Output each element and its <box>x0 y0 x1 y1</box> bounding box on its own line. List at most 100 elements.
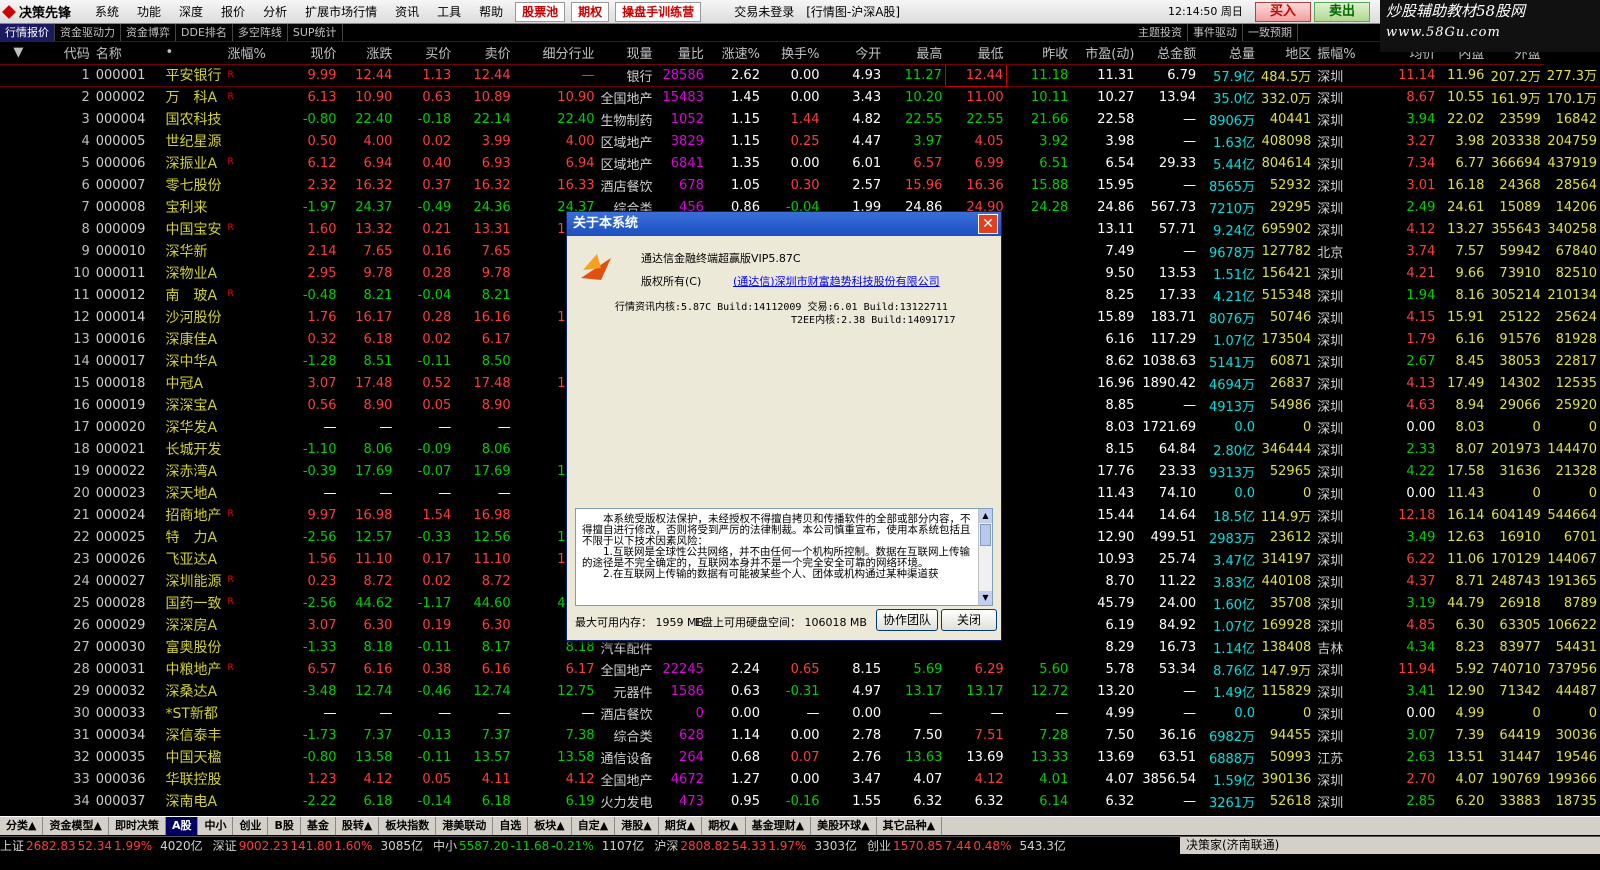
row-spacer <box>0 504 37 526</box>
column-header[interactable]: 细分行业 <box>513 42 598 65</box>
team-button[interactable]: 协作团队 <box>876 609 938 631</box>
scroll-up-icon[interactable]: ▲ <box>979 509 992 523</box>
market-tab[interactable]: 基金理财▲ <box>746 817 812 835</box>
stock-pool-button[interactable]: 股票池 <box>515 1 566 22</box>
market-tab[interactable]: 港美联动 <box>436 817 494 835</box>
table-row[interactable]: 30 000033 *ST新都 — — — — — 酒店餐饮 0 0.00—0.00— — —4.99—… <box>0 702 1600 724</box>
table-row[interactable]: 28 000031 中粮地产 R 6.57 6.16 0.38 6.16 6.17 全国地产 222… <box>0 658 1600 680</box>
column-header[interactable]: 地区 <box>1258 42 1315 65</box>
tab-quote[interactable]: 行情报价 <box>0 24 55 41</box>
market-tab[interactable]: 基金 <box>301 817 336 835</box>
market-tab[interactable]: B股 <box>268 817 301 835</box>
tab-capital-drive[interactable]: 资金驱动力 <box>55 24 121 41</box>
market-tab[interactable]: 分类▲ <box>0 817 44 835</box>
tab-capital-game[interactable]: 资金博弈 <box>121 24 176 41</box>
market-tab[interactable]: 板块指数 <box>379 817 437 835</box>
tab-long-short[interactable]: 多空阵线 <box>233 24 288 41</box>
tab-consensus[interactable]: 一致预期 <box>1243 24 1298 41</box>
scroll-thumb[interactable] <box>980 524 991 546</box>
menu-function[interactable]: 功能 <box>128 0 170 24</box>
table-cell: 区域地产 <box>600 135 653 151</box>
table-row[interactable]: 6 000007 零七股份 2.32 16.32 0.37 16.32 16.33 酒店餐饮 67… <box>0 174 1600 196</box>
column-header[interactable]: 量比 <box>655 42 707 65</box>
menu-news[interactable]: 资讯 <box>386 0 428 24</box>
column-header[interactable]: • <box>162 42 225 65</box>
table-row[interactable]: 5 000006 深振业A R 6.12 6.94 0.40 6.93 6.94 区域地产 6841… <box>0 152 1600 174</box>
index-quote[interactable]: 上证 2682.83 52.34 1.99% 4020亿 <box>0 837 203 854</box>
table-row[interactable]: 3 000004 国农科技 -0.80 22.40 -0.18 22.14 22.40 生物制药… <box>0 108 1600 130</box>
market-tab[interactable]: 股转▲ <box>336 817 380 835</box>
license-scrollbar[interactable]: ▲ ▼ <box>978 509 992 605</box>
training-button[interactable]: 操盘手训练营 <box>615 1 702 22</box>
column-header[interactable]: 市盈(动) <box>1071 42 1138 65</box>
index-quote[interactable]: 创业 1570.85 7.44 0.48% 543.3亿 <box>867 837 1066 854</box>
market-tab[interactable]: 期货▲ <box>659 817 703 835</box>
tab-event-drive[interactable]: 事件驱动 <box>1188 24 1243 41</box>
dialog-close-icon[interactable]: ✕ <box>978 214 998 234</box>
table-row[interactable]: 4 000005 世纪星源 0.50 4.00 0.02 3.99 4.00 区域地产 3829 1… <box>0 130 1600 152</box>
market-tab[interactable]: 港股▲ <box>615 817 659 835</box>
market-tab[interactable]: 其它品种▲ <box>877 817 943 835</box>
column-header[interactable]: 涨速% <box>706 42 763 65</box>
column-header[interactable]: 最高 <box>884 42 946 65</box>
buy-button[interactable]: 买入 <box>1255 2 1311 22</box>
menu-system[interactable]: 系统 <box>86 0 128 24</box>
column-header[interactable]: 现价 <box>280 42 340 65</box>
column-header[interactable]: 总量 <box>1199 42 1259 65</box>
tab-dde-rank[interactable]: DDE排名 <box>176 24 233 41</box>
column-header[interactable]: 名称 <box>92 42 163 65</box>
market-tab[interactable]: A股 <box>165 817 199 835</box>
column-header[interactable]: 换手% <box>762 42 823 65</box>
table-row[interactable]: 31 000034 深信泰丰 -1.73 7.37 -0.13 7.37 7.38 综合类 628… <box>0 724 1600 746</box>
table-row[interactable]: 33 000036 华联控股 1.23 4.12 0.05 4.11 4.12 全国地产 4672… <box>0 768 1600 790</box>
index-quote[interactable]: 深证 9002.23 141.80 1.60% 3085亿 <box>213 837 423 854</box>
column-header[interactable]: 昨收 <box>1006 42 1072 65</box>
column-header[interactable]: 卖价 <box>454 42 514 65</box>
column-header[interactable]: 振幅% <box>1314 42 1378 65</box>
menu-depth[interactable]: 深度 <box>170 0 212 24</box>
sell-button[interactable]: 卖出 <box>1314 2 1370 22</box>
market-tab[interactable]: 即时决策 <box>109 817 166 835</box>
table-row[interactable]: 1 000001 平安银行 R 9.99 12.44 1.13 12.44— 银行 28586 2.… <box>0 63 1600 87</box>
company-link[interactable]: (通达信)深圳市财富趋势科技股份有限公司 <box>733 273 940 289</box>
license-textbox[interactable]: 本系统受版权法保护，未经授权不得擅自拷贝和传播软件的全部或部分内容，不得擅自进行… <box>575 508 993 606</box>
table-cell: 17 <box>73 419 90 435</box>
menu-extended-market[interactable]: 扩展市场行情 <box>296 0 386 24</box>
column-header[interactable]: 今开 <box>822 42 885 65</box>
close-button[interactable]: 关闭 <box>941 609 997 631</box>
column-header[interactable]: 总金额 <box>1137 42 1200 65</box>
column-header[interactable]: 买价 <box>395 42 455 65</box>
market-tab[interactable]: 期权▲ <box>702 817 746 835</box>
sort-toggle-icon[interactable]: ▼ <box>0 42 37 65</box>
table-cell: 199366 <box>1547 771 1597 787</box>
menu-help[interactable]: 帮助 <box>470 0 512 24</box>
tab-theme-invest[interactable]: 主题投资 <box>1133 24 1188 41</box>
market-tab[interactable]: 创业 <box>233 817 269 835</box>
market-tab[interactable]: 资金模型▲ <box>43 817 109 835</box>
table-cell: 4.99 <box>1105 705 1135 721</box>
column-header[interactable]: 涨跌 <box>339 42 396 65</box>
market-tab[interactable]: 美股环球▲ <box>811 817 877 835</box>
table-cell: 204759 <box>1547 133 1597 149</box>
market-tab[interactable]: 中小 <box>198 817 234 835</box>
market-tab[interactable]: 自选 <box>493 817 529 835</box>
column-header[interactable]: 最低 <box>945 42 1007 65</box>
table-row[interactable]: 34 000037 深南电A -2.22 6.18 -0.14 6.18 6.19 火力发电 47… <box>0 790 1600 812</box>
column-header[interactable]: 现量 <box>597 42 656 65</box>
menu-tools[interactable]: 工具 <box>428 0 470 24</box>
table-row[interactable]: 2 000002 万 科A R 6.13 10.90 0.63 10.89 10.90 全国地产 1… <box>0 86 1600 108</box>
table-row[interactable]: 29 000032 深桑达A -3.48 12.74 -0.46 12.74 12.75 元器件… <box>0 680 1600 702</box>
market-tab[interactable]: 板块▲ <box>528 817 572 835</box>
market-tab[interactable]: 自定▲ <box>572 817 616 835</box>
tab-sup-stats[interactable]: SUP统计 <box>288 24 343 41</box>
futures-button[interactable]: 期权 <box>571 1 610 22</box>
table-row[interactable]: 32 000035 中国天楹 -0.80 13.58 -0.11 13.57 13.58 通信设… <box>0 746 1600 768</box>
menu-analysis[interactable]: 分析 <box>254 0 296 24</box>
index-quote[interactable]: 沪深 2808.82 54.33 1.97% 3303亿 <box>654 837 857 854</box>
scroll-down-icon[interactable]: ▼ <box>979 591 992 605</box>
table-cell: 15.91 <box>1447 309 1485 325</box>
menu-quote[interactable]: 报价 <box>212 0 254 24</box>
index-quote[interactable]: 中小 5587.20 -11.68 -0.21% 1107亿 <box>433 837 644 854</box>
column-header[interactable]: 代码 <box>36 42 93 65</box>
column-header[interactable]: 涨幅% <box>224 42 281 65</box>
